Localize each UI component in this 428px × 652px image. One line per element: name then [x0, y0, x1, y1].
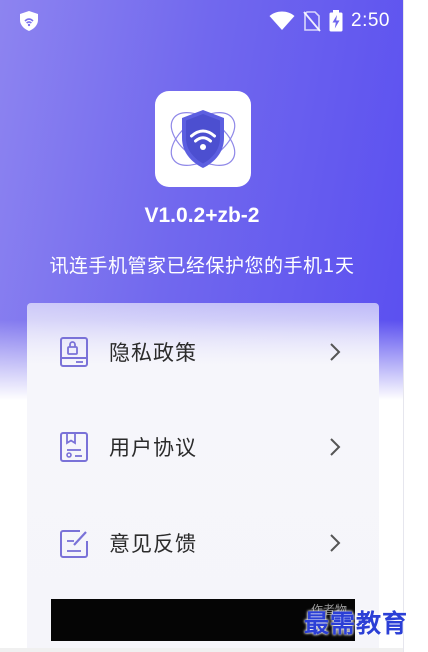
watermark-text: 最需教育	[304, 609, 409, 638]
status-bar: 2:50	[0, 0, 403, 42]
shield-status-icon	[18, 10, 40, 32]
menu-item-user-agreement[interactable]: 用户协议	[27, 412, 379, 482]
chevron-right-icon	[329, 437, 341, 457]
wifi-icon	[269, 11, 295, 31]
menu-item-privacy-policy[interactable]: 隐私政策	[27, 317, 379, 387]
shield-wifi-logo-icon	[170, 110, 236, 168]
menu-label-privacy-policy: 隐私政策	[109, 341, 197, 365]
status-icons: 2:50	[269, 8, 390, 34]
agreement-document-icon	[58, 431, 90, 463]
app-logo	[155, 91, 251, 187]
app-version: V1.0.2+zb-2	[144, 204, 260, 227]
chevron-right-icon	[329, 342, 341, 362]
no-sim-icon	[303, 10, 321, 32]
feedback-edit-icon	[58, 527, 90, 559]
menu-label-user-agreement: 用户协议	[109, 436, 197, 460]
menu-item-feedback[interactable]: 意见反馈	[27, 508, 379, 578]
privacy-document-icon	[58, 336, 90, 368]
bottom-divider	[0, 648, 403, 652]
menu-label-feedback: 意见反馈	[109, 532, 197, 556]
battery-charging-icon	[329, 10, 343, 32]
chevron-right-icon	[329, 533, 341, 553]
protection-status-text: 讯连手机管家已经保护您的手机1天	[49, 255, 355, 277]
app-screen: 2:50 V1.0.2+zb-2 讯连手机管家已经保护您的手机1天 隐私政策 用…	[0, 0, 404, 652]
status-time: 2:50	[351, 10, 390, 31]
